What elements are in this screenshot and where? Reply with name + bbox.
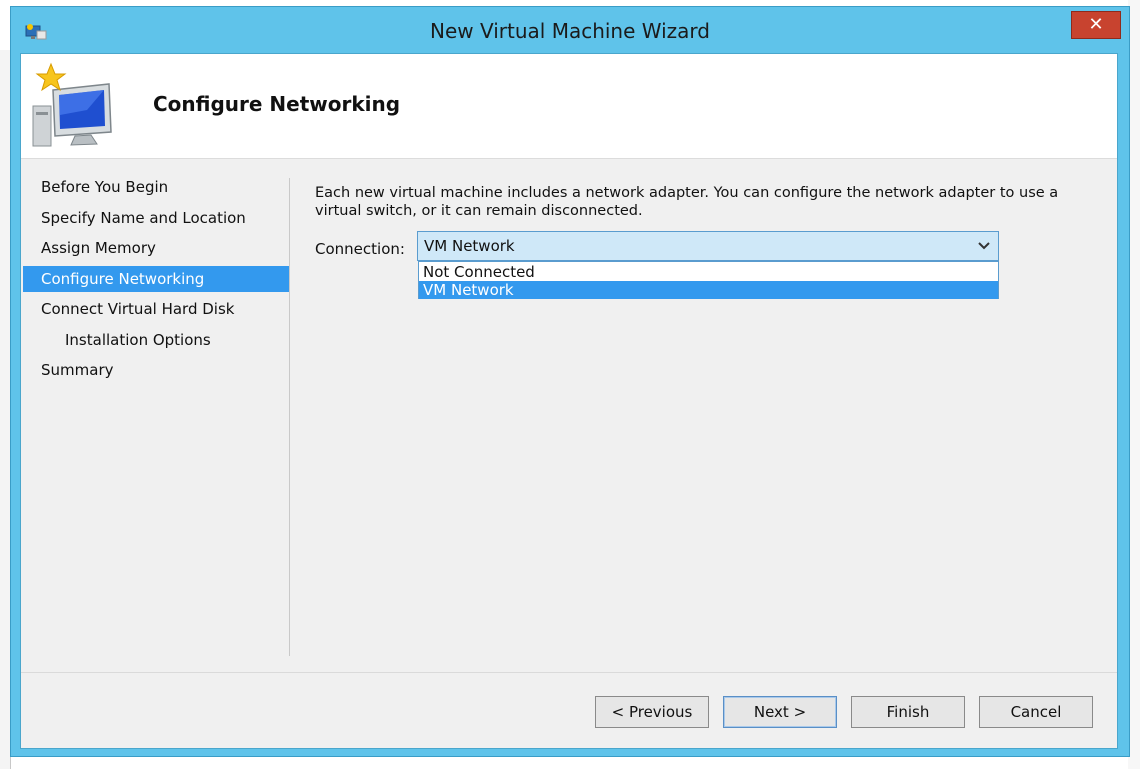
cancel-button[interactable]: Cancel [979, 696, 1093, 728]
chevron-down-icon [978, 242, 990, 250]
connection-select-value: VM Network [424, 237, 515, 255]
connection-select[interactable]: VM Network [417, 231, 999, 261]
nav-item-configure-networking[interactable]: Configure Networking [23, 266, 289, 292]
dropdown-option-not-connected[interactable]: Not Connected [419, 263, 998, 281]
finish-button[interactable]: Finish [851, 696, 965, 728]
close-icon: ✕ [1088, 14, 1104, 35]
nav-item-before-you-begin[interactable]: Before You Begin [23, 174, 289, 200]
virtual-machine-wizard-icon [32, 62, 112, 147]
nav-item-summary[interactable]: Summary [23, 357, 289, 383]
dropdown-option-vm-network[interactable]: VM Network [419, 281, 998, 299]
nav-item-installation-options[interactable]: Installation Options [23, 327, 289, 353]
page-title: Configure Networking [153, 92, 401, 116]
connection-dropdown-list: Not Connected VM Network [418, 261, 999, 299]
connection-label: Connection: [315, 240, 405, 258]
title-bar[interactable]: New Virtual Machine Wizard ✕ [11, 7, 1129, 53]
footer-divider [21, 672, 1117, 673]
nav-item-specify-name-location[interactable]: Specify Name and Location [23, 205, 289, 231]
nav-item-connect-virtual-hard-disk[interactable]: Connect Virtual Hard Disk [23, 296, 289, 322]
wizard-header: Configure Networking [21, 54, 1117, 159]
previous-button[interactable]: < Previous [595, 696, 709, 728]
nav-item-assign-memory[interactable]: Assign Memory [23, 235, 289, 261]
nav-divider [289, 178, 290, 656]
wizard-steps-nav: Before You Begin Specify Name and Locati… [21, 158, 291, 670]
description-text: Each new virtual machine includes a netw… [315, 185, 1059, 219]
window-title: New Virtual Machine Wizard [430, 19, 710, 43]
wizard-window: New Virtual Machine Wizard ✕ Configure N… [10, 6, 1130, 757]
close-button[interactable]: ✕ [1071, 11, 1121, 39]
wizard-client-area: Configure Networking Before You Begin Sp… [20, 53, 1118, 749]
next-button[interactable]: Next > [723, 696, 837, 728]
